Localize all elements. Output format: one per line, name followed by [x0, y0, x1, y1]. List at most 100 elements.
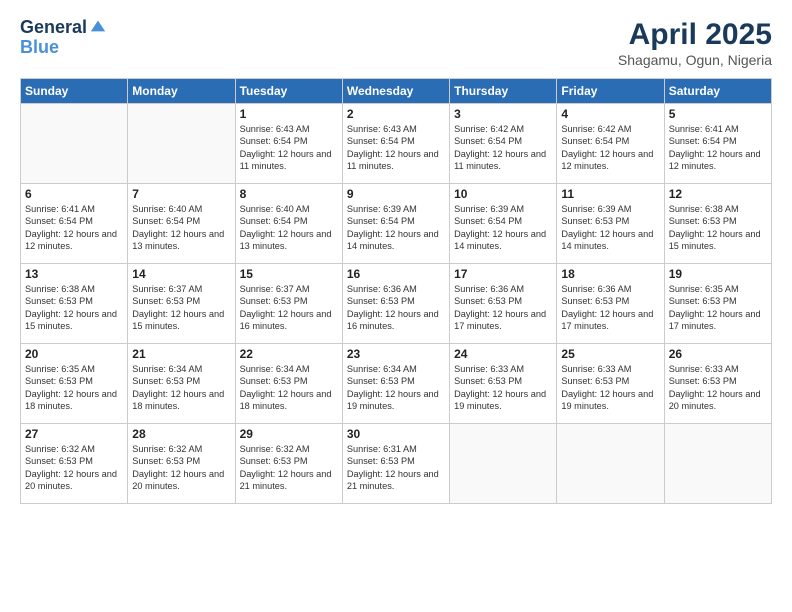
calendar-cell — [21, 104, 128, 184]
calendar-cell: 26 Sunrise: 6:33 AM Sunset: 6:53 PM Dayli… — [664, 344, 771, 424]
day-info: Sunrise: 6:36 AM Sunset: 6:53 PM Dayligh… — [561, 283, 659, 333]
calendar-cell: 1Sunrise: 6:43 AM Sunset: 6:54 PM Daylig… — [235, 104, 342, 184]
calendar-cell — [450, 424, 557, 504]
calendar-cell: 5Sunrise: 6:41 AM Sunset: 6:54 PM Daylig… — [664, 104, 771, 184]
day-info: Sunrise: 6:31 AM Sunset: 6:53 PM Dayligh… — [347, 443, 445, 493]
day-info: Sunrise: 6:38 AM Sunset: 6:53 PM Dayligh… — [669, 203, 767, 253]
day-number: 1 — [240, 107, 338, 121]
page: General Blue April 2025 Shagamu, Ogun, N… — [0, 0, 792, 612]
day-info: Sunrise: 6:37 AM Sunset: 6:53 PM Dayligh… — [240, 283, 338, 333]
location-subtitle: Shagamu, Ogun, Nigeria — [618, 52, 772, 68]
day-info: Sunrise: 6:42 AM Sunset: 6:54 PM Dayligh… — [561, 123, 659, 173]
calendar-cell: 23 Sunrise: 6:34 AM Sunset: 6:53 PM Dayli… — [342, 344, 449, 424]
calendar-cell: 21 Sunrise: 6:34 AM Sunset: 6:53 PM Dayli… — [128, 344, 235, 424]
day-number: 12 — [669, 187, 767, 201]
day-info: Sunrise: 6:36 AM Sunset: 6:53 PM Dayligh… — [454, 283, 552, 333]
day-number: 5 — [669, 107, 767, 121]
weekday-header: Friday — [557, 79, 664, 104]
calendar-cell: 2 Sunrise: 6:43 AM Sunset: 6:54 PM Daylig… — [342, 104, 449, 184]
calendar-header-row: SundayMondayTuesdayWednesdayThursdayFrid… — [21, 79, 772, 104]
calendar-cell: 6Sunrise: 6:41 AM Sunset: 6:54 PM Daylig… — [21, 184, 128, 264]
day-info: Sunrise: 6:40 AM Sunset: 6:54 PM Dayligh… — [132, 203, 230, 253]
calendar-week-row: 13Sunrise: 6:38 AM Sunset: 6:53 PM Dayli… — [21, 264, 772, 344]
calendar-cell: 18 Sunrise: 6:36 AM Sunset: 6:53 PM Dayli… — [557, 264, 664, 344]
month-title: April 2025 — [618, 18, 772, 52]
day-info: Sunrise: 6:34 AM Sunset: 6:53 PM Dayligh… — [240, 363, 338, 413]
logo-text-blue: Blue — [20, 38, 107, 58]
calendar-cell: 12 Sunrise: 6:38 AM Sunset: 6:53 PM Dayli… — [664, 184, 771, 264]
calendar-cell: 7 Sunrise: 6:40 AM Sunset: 6:54 PM Daylig… — [128, 184, 235, 264]
day-info: Sunrise: 6:35 AM Sunset: 6:53 PM Dayligh… — [669, 283, 767, 333]
day-number: 7 — [132, 187, 230, 201]
day-info: Sunrise: 6:32 AM Sunset: 6:53 PM Dayligh… — [132, 443, 230, 493]
calendar-cell: 3 Sunrise: 6:42 AM Sunset: 6:54 PM Daylig… — [450, 104, 557, 184]
calendar-cell: 17 Sunrise: 6:36 AM Sunset: 6:53 PM Dayli… — [450, 264, 557, 344]
day-number: 11 — [561, 187, 659, 201]
day-number: 17 — [454, 267, 552, 281]
day-number: 27 — [25, 427, 123, 441]
calendar-week-row: 6Sunrise: 6:41 AM Sunset: 6:54 PM Daylig… — [21, 184, 772, 264]
day-number: 26 — [669, 347, 767, 361]
calendar-cell: 13Sunrise: 6:38 AM Sunset: 6:53 PM Dayli… — [21, 264, 128, 344]
day-number: 29 — [240, 427, 338, 441]
logo: General Blue — [20, 18, 107, 58]
day-number: 4 — [561, 107, 659, 121]
calendar-cell: 16Sunrise: 6:36 AM Sunset: 6:53 PM Dayli… — [342, 264, 449, 344]
calendar-cell: 24Sunrise: 6:33 AM Sunset: 6:53 PM Dayli… — [450, 344, 557, 424]
day-number: 16 — [347, 267, 445, 281]
day-number: 18 — [561, 267, 659, 281]
logo-text: General — [20, 18, 87, 38]
calendar-table: SundayMondayTuesdayWednesdayThursdayFrid… — [20, 78, 772, 504]
day-number: 13 — [25, 267, 123, 281]
day-number: 30 — [347, 427, 445, 441]
day-info: Sunrise: 6:34 AM Sunset: 6:53 PM Dayligh… — [132, 363, 230, 413]
calendar-cell: 9Sunrise: 6:39 AM Sunset: 6:54 PM Daylig… — [342, 184, 449, 264]
calendar-cell — [128, 104, 235, 184]
weekday-header: Monday — [128, 79, 235, 104]
day-number: 10 — [454, 187, 552, 201]
day-number: 21 — [132, 347, 230, 361]
calendar-cell: 22 Sunrise: 6:34 AM Sunset: 6:53 PM Dayli… — [235, 344, 342, 424]
calendar-cell: 19Sunrise: 6:35 AM Sunset: 6:53 PM Dayli… — [664, 264, 771, 344]
day-info: Sunrise: 6:32 AM Sunset: 6:53 PM Dayligh… — [25, 443, 123, 493]
day-number: 23 — [347, 347, 445, 361]
calendar-cell: 10 Sunrise: 6:39 AM Sunset: 6:54 PM Dayli… — [450, 184, 557, 264]
day-info: Sunrise: 6:34 AM Sunset: 6:53 PM Dayligh… — [347, 363, 445, 413]
calendar-cell: 25 Sunrise: 6:33 AM Sunset: 6:53 PM Dayli… — [557, 344, 664, 424]
weekday-header: Thursday — [450, 79, 557, 104]
calendar-week-row: 27 Sunrise: 6:32 AM Sunset: 6:53 PM Dayli… — [21, 424, 772, 504]
day-info: Sunrise: 6:43 AM Sunset: 6:54 PM Dayligh… — [347, 123, 445, 173]
calendar-cell: 27 Sunrise: 6:32 AM Sunset: 6:53 PM Dayli… — [21, 424, 128, 504]
day-number: 25 — [561, 347, 659, 361]
day-info: Sunrise: 6:40 AM Sunset: 6:54 PM Dayligh… — [240, 203, 338, 253]
day-info: Sunrise: 6:39 AM Sunset: 6:54 PM Dayligh… — [454, 203, 552, 253]
calendar-cell — [664, 424, 771, 504]
day-number: 3 — [454, 107, 552, 121]
day-info: Sunrise: 6:41 AM Sunset: 6:54 PM Dayligh… — [25, 203, 123, 253]
logo-icon — [89, 17, 107, 35]
calendar-cell: 8 Sunrise: 6:40 AM Sunset: 6:54 PM Daylig… — [235, 184, 342, 264]
calendar-cell: 30 Sunrise: 6:31 AM Sunset: 6:53 PM Dayli… — [342, 424, 449, 504]
day-number: 22 — [240, 347, 338, 361]
day-info: Sunrise: 6:33 AM Sunset: 6:53 PM Dayligh… — [669, 363, 767, 413]
calendar-cell: 14Sunrise: 6:37 AM Sunset: 6:53 PM Dayli… — [128, 264, 235, 344]
weekday-header: Tuesday — [235, 79, 342, 104]
day-info: Sunrise: 6:42 AM Sunset: 6:54 PM Dayligh… — [454, 123, 552, 173]
day-number: 15 — [240, 267, 338, 281]
calendar-cell: 20Sunrise: 6:35 AM Sunset: 6:53 PM Dayli… — [21, 344, 128, 424]
day-info: Sunrise: 6:33 AM Sunset: 6:53 PM Dayligh… — [454, 363, 552, 413]
weekday-header: Sunday — [21, 79, 128, 104]
weekday-header: Wednesday — [342, 79, 449, 104]
day-info: Sunrise: 6:39 AM Sunset: 6:53 PM Dayligh… — [561, 203, 659, 253]
day-number: 8 — [240, 187, 338, 201]
calendar-cell: 15 Sunrise: 6:37 AM Sunset: 6:53 PM Dayli… — [235, 264, 342, 344]
calendar-cell: 11 Sunrise: 6:39 AM Sunset: 6:53 PM Dayli… — [557, 184, 664, 264]
day-number: 28 — [132, 427, 230, 441]
calendar-cell: 4 Sunrise: 6:42 AM Sunset: 6:54 PM Daylig… — [557, 104, 664, 184]
day-info: Sunrise: 6:37 AM Sunset: 6:53 PM Dayligh… — [132, 283, 230, 333]
calendar-cell — [557, 424, 664, 504]
weekday-header: Saturday — [664, 79, 771, 104]
day-number: 2 — [347, 107, 445, 121]
day-info: Sunrise: 6:33 AM Sunset: 6:53 PM Dayligh… — [561, 363, 659, 413]
calendar-week-row: 1 Sunrise: 6:43 AM Sunset: 6:54 PM Daylig… — [21, 104, 772, 184]
